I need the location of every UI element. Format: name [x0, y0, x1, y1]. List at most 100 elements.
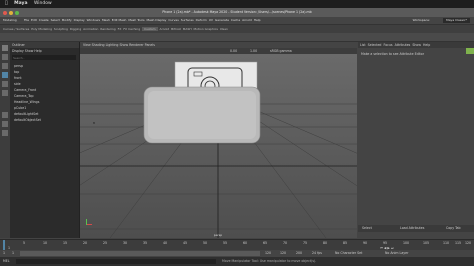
- outliner-list: persp top front side Camera_Front Camera…: [10, 61, 79, 123]
- layout-single-icon[interactable]: [2, 112, 8, 118]
- tick-label: 120: [465, 241, 472, 245]
- menu-deform[interactable]: Deform: [196, 18, 207, 22]
- viewport-scene: B persp: [80, 54, 357, 238]
- menu-help[interactable]: Help: [254, 18, 261, 22]
- move-tool-icon[interactable]: [2, 72, 8, 78]
- menu-mesh[interactable]: Mesh: [102, 18, 110, 22]
- menu-create[interactable]: Create: [39, 18, 49, 22]
- shelf-tab-motion-graphics[interactable]: Motion Graphics: [194, 27, 218, 31]
- range-start-field[interactable]: 1: [3, 251, 5, 255]
- workspace-selector[interactable]: Maya Classic*: [443, 18, 470, 23]
- command-language-label[interactable]: MEL: [3, 257, 10, 266]
- tick-label: 10: [43, 241, 48, 245]
- tick-label: 40: [163, 241, 168, 245]
- range-end-field[interactable]: 120: [280, 251, 286, 255]
- shelf-tab-mash[interactable]: MASH: [183, 27, 192, 31]
- range-inner-start-field[interactable]: 1: [12, 251, 14, 255]
- shelf-tab-custom[interactable]: Custom: [142, 27, 158, 31]
- shelf-tab-rendering[interactable]: Rendering: [100, 27, 115, 31]
- ae-tab-selected[interactable]: Selected: [368, 43, 382, 47]
- shelf-tab-sculpting[interactable]: Sculpting: [54, 27, 68, 31]
- ae-tab-list[interactable]: List: [360, 43, 366, 47]
- layout-outliner-icon[interactable]: [2, 130, 8, 136]
- load-attributes-button[interactable]: Load Attributes: [400, 225, 424, 232]
- modeling-toolkit-tab[interactable]: [466, 48, 474, 54]
- menu-edit-mesh[interactable]: Edit Mesh: [112, 18, 127, 22]
- menu-arnold[interactable]: Arnold: [242, 18, 252, 22]
- command-input[interactable]: [16, 258, 216, 264]
- copy-tab-button[interactable]: Copy Tab: [446, 225, 461, 232]
- menu-set-selector[interactable]: Modeling: [3, 17, 17, 24]
- ae-tab-show[interactable]: Show: [412, 43, 421, 47]
- character-set-selector[interactable]: No Character Set: [335, 251, 362, 255]
- menu-mesh-display[interactable]: Mesh Display: [147, 18, 167, 22]
- scale-tool-icon[interactable]: [2, 90, 8, 96]
- anim-layer-selector[interactable]: No Anim Layer: [385, 251, 408, 255]
- shelf-tab-fx-caching[interactable]: FX Caching: [123, 27, 140, 31]
- shelf-tab-arnold[interactable]: Arnold: [160, 27, 170, 31]
- viewport-panel[interactable]: View Shading Lighting Show Renderer Pane…: [80, 42, 357, 238]
- menu-file[interactable]: File: [24, 18, 29, 22]
- shelf-tab-poly[interactable]: Poly Modeling: [31, 27, 52, 31]
- lasso-tool-icon[interactable]: [2, 54, 8, 60]
- camera-name-label: persp: [214, 233, 223, 237]
- viewport-menu-panels[interactable]: Panels: [145, 43, 155, 47]
- tick-label: 35: [143, 241, 148, 245]
- menu-uv[interactable]: UV: [209, 18, 213, 22]
- viewport-menu-show[interactable]: Show: [119, 43, 128, 47]
- tick-label: 55: [223, 241, 228, 245]
- menu-mesh-tools[interactable]: Mesh Tools: [128, 18, 144, 22]
- viewport-menu-view[interactable]: View: [83, 43, 91, 47]
- select-button[interactable]: Select: [362, 225, 372, 232]
- outliner-panel: Outliner Display Show Help persp top fro…: [10, 42, 80, 238]
- outliner-search-input[interactable]: [12, 55, 76, 60]
- tick-label: 60: [243, 241, 248, 245]
- ae-tab-attributes[interactable]: Attributes: [395, 43, 411, 47]
- range-inner-end-field[interactable]: 120: [265, 251, 271, 255]
- viewport-menu-renderer[interactable]: Renderer: [129, 43, 144, 47]
- shelf-tab-animation[interactable]: Animation: [83, 27, 98, 31]
- menu-select[interactable]: Select: [51, 18, 60, 22]
- menu-display[interactable]: Display: [74, 18, 85, 22]
- range-end2-field[interactable]: 200: [296, 251, 302, 255]
- menu-generate[interactable]: Generate: [215, 18, 229, 22]
- window-menu[interactable]: Window: [34, 1, 52, 6]
- shelf-tab-xgen[interactable]: XGen: [220, 27, 228, 31]
- viewport-menu-lighting[interactable]: Lighting: [106, 43, 119, 47]
- menu-edit[interactable]: Edit: [31, 18, 37, 22]
- shelf-tab-curves[interactable]: Curves / Surfaces: [3, 27, 29, 31]
- shelf-tab-fx[interactable]: FX: [118, 27, 122, 31]
- outliner-menu-show[interactable]: Show: [25, 49, 34, 53]
- menu-modify[interactable]: Modify: [62, 18, 72, 22]
- apple-icon[interactable]: : [5, 1, 8, 6]
- outliner-menu: Display Show Help: [10, 48, 79, 54]
- ae-tab-help[interactable]: Help: [423, 43, 430, 47]
- ae-tab-focus[interactable]: Focus: [383, 43, 392, 47]
- attribute-editor-panel: List Selected Focus Attributes Show Help…: [358, 42, 474, 238]
- time-ticks: 1 5 10 15 20 25 30 35 40 45 50 55 60 65 …: [0, 240, 474, 246]
- title-bar: Phone 1 (2a).mb* - Autodesk Maya 2020 - …: [0, 8, 474, 17]
- outliner-menu-help[interactable]: Help: [34, 49, 41, 53]
- workspace-label: Workspace:: [412, 18, 430, 22]
- paint-select-icon[interactable]: [2, 63, 8, 69]
- shelf-tab-rigging[interactable]: Rigging: [70, 27, 81, 31]
- grid-label-b: B: [93, 121, 95, 125]
- menu-cache[interactable]: Cache: [231, 18, 240, 22]
- app-menu[interactable]: Maya: [14, 1, 27, 6]
- tick-label: 45: [183, 241, 188, 245]
- range-bar[interactable]: [20, 251, 260, 256]
- layout-four-icon[interactable]: [2, 121, 8, 127]
- select-tool-icon[interactable]: [2, 45, 8, 51]
- menu-curves[interactable]: Curves: [168, 18, 178, 22]
- tick-label: 50: [203, 241, 208, 245]
- viewport-menu-shading[interactable]: Shading: [92, 43, 105, 47]
- menu-windows[interactable]: Windows: [87, 18, 100, 22]
- rotate-tool-icon[interactable]: [2, 81, 8, 87]
- outliner-item[interactable]: defaultObjectSet: [10, 117, 79, 123]
- command-line: MEL Move Manipulator Tool: Use manipulat…: [0, 257, 474, 266]
- outliner-menu-display[interactable]: Display: [12, 49, 24, 53]
- toolbox: [0, 42, 10, 238]
- shelf-tab-bifrost[interactable]: Bifrost: [171, 27, 181, 31]
- menu-surfaces[interactable]: Surfaces: [181, 18, 194, 22]
- fps-selector[interactable]: 24 fps: [312, 251, 322, 255]
